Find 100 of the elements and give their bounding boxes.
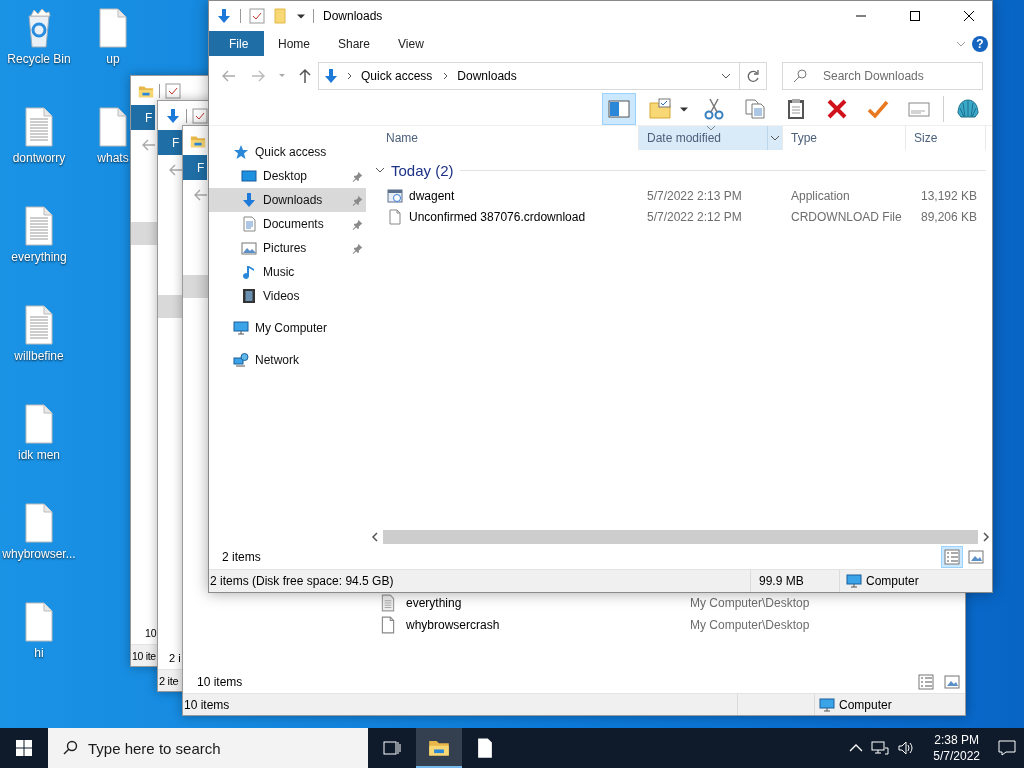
scrollbar-thumb[interactable]	[383, 530, 978, 544]
close-icon	[964, 11, 974, 21]
network-icon	[233, 352, 249, 368]
pin-icon[interactable]	[352, 170, 363, 182]
table-cell-text: CRDOWNLOAD File	[790, 209, 902, 224]
nav-item[interactable]: My Computer	[209, 316, 366, 340]
window-title: Downloads	[322, 9, 383, 23]
status-text: 10 ite	[131, 649, 156, 662]
refresh-icon[interactable]	[746, 69, 760, 83]
search-icon	[62, 740, 78, 756]
file-icon[interactable]	[23, 503, 55, 543]
breadcrumb[interactable]: Downloads	[457, 69, 517, 83]
file-name[interactable]: everything	[406, 596, 462, 610]
nav-item[interactable]: Quick access	[209, 140, 366, 164]
ribbon-tab[interactable]: Share	[324, 31, 385, 56]
clock-date[interactable]: 5/7/2022	[933, 748, 980, 764]
caret-icon[interactable]	[721, 73, 731, 79]
caret-icon	[771, 135, 779, 141]
computer-icon	[819, 696, 835, 713]
table-cell: My Computer\Desktop	[690, 596, 810, 610]
download-icon	[323, 68, 339, 84]
ribbon-tab[interactable]: F	[158, 130, 182, 155]
details-view-icon	[944, 549, 960, 565]
copy-icon	[743, 97, 767, 121]
ribbon-tab[interactable]: File	[209, 31, 264, 56]
file-name[interactable]: Unconfirmed 387076.crdownload	[409, 209, 586, 224]
status-text: Computer	[866, 574, 919, 588]
file-icon[interactable]	[97, 107, 129, 147]
table-cell: My Computer\Desktop	[690, 618, 810, 632]
download-icon	[165, 107, 181, 124]
help-button[interactable]: ?	[972, 35, 988, 52]
nav-item[interactable]: Desktop	[209, 164, 366, 188]
speaker-icon[interactable]	[897, 740, 916, 756]
view-button[interactable]	[941, 546, 963, 568]
taskbar-button[interactable]	[416, 728, 462, 768]
back-arrow-icon[interactable]	[141, 137, 157, 153]
file-icon	[379, 614, 397, 636]
file-name[interactable]: whybrowsercrash	[406, 618, 500, 632]
application-icon	[387, 187, 403, 204]
properties-icon[interactable]	[249, 8, 265, 24]
details-view-icon	[918, 673, 934, 690]
file-icon[interactable]	[97, 8, 129, 48]
address-bar[interactable]: Quick access Downloads	[318, 62, 767, 90]
nav-item[interactable]: Documents	[209, 212, 366, 236]
pin-icon[interactable]	[352, 194, 363, 206]
pin-icon[interactable]	[352, 218, 363, 230]
caret-icon[interactable]	[297, 13, 305, 19]
back-arrow-icon[interactable]	[168, 162, 184, 178]
status-text: 2 items (Disk free space: 94.5 GB)	[210, 574, 394, 588]
task-view-icon[interactable]	[383, 740, 401, 756]
nav-item[interactable]: Pictures	[209, 236, 366, 260]
large-icons-view-icon	[968, 549, 984, 565]
text-file-icon[interactable]	[23, 305, 55, 345]
chevron-icon[interactable]	[375, 165, 385, 175]
chevron-icon	[443, 72, 450, 80]
text-file-icon[interactable]	[23, 107, 55, 147]
back-arrow-icon[interactable]	[193, 187, 209, 203]
chevron-up-icon[interactable]	[849, 744, 864, 752]
table-cell-text: 5/7/2022 2:13 PM	[646, 188, 742, 203]
forward-arrow-icon[interactable]	[250, 68, 266, 84]
nav-item[interactable]: Music	[209, 260, 366, 284]
horizontal-scrollbar[interactable]	[371, 529, 990, 545]
clock-time[interactable]: 2:38 PM	[934, 732, 979, 748]
column-header[interactable]: Type	[783, 126, 906, 150]
table-cell-text: Application	[790, 188, 850, 203]
up-arrow-icon[interactable]	[298, 68, 312, 84]
cross-icon	[825, 97, 849, 121]
file-icon[interactable]	[23, 404, 55, 444]
picture-icon	[241, 240, 257, 256]
scissors-icon	[702, 97, 726, 121]
monitor-icon	[241, 168, 257, 184]
large-icons-view-icon	[944, 673, 960, 690]
text-file-icon[interactable]	[23, 206, 55, 246]
file-name[interactable]: dwagent	[409, 188, 455, 203]
file-icon[interactable]	[23, 602, 55, 642]
windows-logo-icon[interactable]	[16, 740, 32, 756]
sort-caret-icon	[707, 126, 715, 130]
text-file-icon	[379, 592, 397, 614]
item-count: 2 i	[169, 651, 181, 664]
pin-icon[interactable]	[352, 242, 363, 254]
search-field[interactable]: Type here to search	[48, 728, 368, 768]
ribbon-tab[interactable]: F	[131, 105, 155, 130]
ribbon-tab[interactable]: F	[183, 155, 207, 180]
back-arrow-icon[interactable]	[221, 68, 237, 84]
ribbon-tab[interactable]: Home	[264, 31, 324, 56]
search-field[interactable]: Search Downloads	[782, 62, 983, 90]
caret-icon[interactable]	[680, 106, 688, 112]
group-header[interactable]: Today (2)	[391, 161, 454, 179]
nav-item[interactable]: Network	[209, 348, 366, 372]
breadcrumb[interactable]: Quick access	[361, 69, 433, 83]
ribbon-tab[interactable]: View	[384, 31, 438, 56]
shell-icon	[956, 97, 980, 121]
toolbar-button[interactable]	[602, 93, 636, 125]
column-header[interactable]: Size	[906, 126, 986, 150]
nav-item[interactable]: Videos	[209, 284, 366, 308]
network-icon[interactable]	[871, 740, 890, 756]
maximize-icon	[910, 11, 920, 21]
nav-item[interactable]: Downloads	[209, 188, 366, 212]
notification-icon[interactable]	[998, 740, 1016, 756]
column-header[interactable]: Date modified	[639, 126, 783, 150]
